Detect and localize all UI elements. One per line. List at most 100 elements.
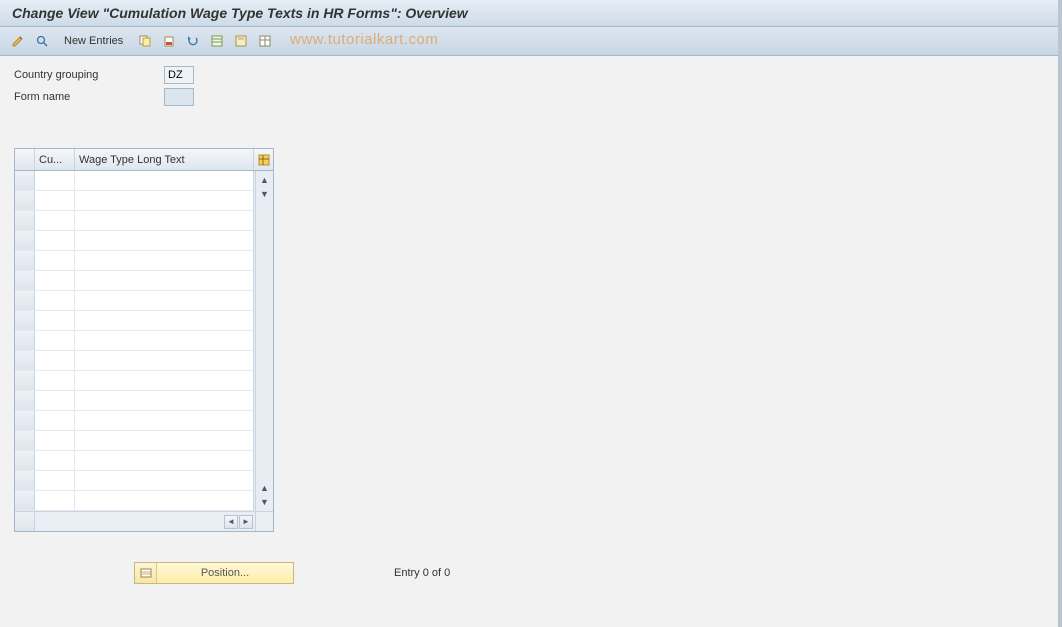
row-selector[interactable] <box>15 491 35 510</box>
undo-icon[interactable] <box>183 31 203 51</box>
cell-cumulation[interactable] <box>35 191 75 210</box>
select-all-icon[interactable] <box>207 31 227 51</box>
grid-select-all[interactable] <box>15 149 35 170</box>
grid-configure-icon[interactable] <box>253 149 273 170</box>
cell-wagetype[interactable] <box>75 291 253 310</box>
table-row[interactable] <box>15 311 273 331</box>
content-area: Country grouping Form name Cu... Wage Ty… <box>0 56 1062 592</box>
cell-wagetype[interactable] <box>75 171 253 190</box>
cell-wagetype[interactable] <box>75 491 253 510</box>
cell-wagetype[interactable] <box>75 351 253 370</box>
cell-wagetype[interactable] <box>75 231 253 250</box>
cell-wagetype[interactable] <box>75 431 253 450</box>
table-row[interactable] <box>15 351 273 371</box>
cell-wagetype[interactable] <box>75 191 253 210</box>
scroll-left-icon[interactable]: ◄ <box>224 515 238 529</box>
row-selector[interactable] <box>15 211 35 230</box>
cell-cumulation[interactable] <box>35 431 75 450</box>
table-row[interactable] <box>15 451 273 471</box>
cell-cumulation[interactable] <box>35 231 75 250</box>
table-row[interactable] <box>15 251 273 271</box>
grid-body: ▲ ▼ ▲ ▼ <box>15 171 273 511</box>
table-row[interactable] <box>15 371 273 391</box>
row-selector[interactable] <box>15 251 35 270</box>
grid-footer: ◄ ► <box>15 511 273 531</box>
row-selector[interactable] <box>15 431 35 450</box>
row-selector[interactable] <box>15 231 35 250</box>
cell-cumulation[interactable] <box>35 451 75 470</box>
cell-wagetype[interactable] <box>75 471 253 490</box>
grid-col-cumulation[interactable]: Cu... <box>35 149 75 170</box>
horizontal-scrollbar[interactable]: ◄ ► <box>35 512 255 531</box>
cell-cumulation[interactable] <box>35 331 75 350</box>
scroll-right-icon[interactable]: ► <box>239 515 253 529</box>
row-selector[interactable] <box>15 331 35 350</box>
table-row[interactable] <box>15 231 273 251</box>
cell-wagetype[interactable] <box>75 371 253 390</box>
scroll-down-icon[interactable]: ▼ <box>258 495 272 509</box>
form-name-label: Form name <box>14 91 164 103</box>
row-selector[interactable] <box>15 171 35 190</box>
scroll-up-bottom-icon[interactable]: ▲ <box>258 481 272 495</box>
table-row[interactable] <box>15 191 273 211</box>
table-row[interactable] <box>15 171 273 191</box>
cell-cumulation[interactable] <box>35 351 75 370</box>
country-grouping-label: Country grouping <box>14 69 164 81</box>
row-selector[interactable] <box>15 271 35 290</box>
cell-cumulation[interactable] <box>35 291 75 310</box>
grid-footer-selector[interactable] <box>15 512 35 531</box>
table-row[interactable] <box>15 211 273 231</box>
cell-cumulation[interactable] <box>35 311 75 330</box>
scroll-up-icon[interactable]: ▲ <box>258 173 272 187</box>
table-row[interactable] <box>15 491 273 511</box>
vertical-scrollbar[interactable]: ▲ ▼ ▲ ▼ <box>255 171 273 511</box>
table-row[interactable] <box>15 431 273 451</box>
row-selector[interactable] <box>15 471 35 490</box>
row-selector[interactable] <box>15 191 35 210</box>
cell-wagetype[interactable] <box>75 451 253 470</box>
cell-cumulation[interactable] <box>35 491 75 510</box>
find-icon[interactable] <box>32 31 52 51</box>
row-selector[interactable] <box>15 311 35 330</box>
save-icon[interactable] <box>231 31 251 51</box>
cell-wagetype[interactable] <box>75 311 253 330</box>
row-selector[interactable] <box>15 451 35 470</box>
cell-wagetype[interactable] <box>75 271 253 290</box>
table-row[interactable] <box>15 411 273 431</box>
row-selector[interactable] <box>15 291 35 310</box>
position-icon <box>135 563 157 583</box>
copy-icon[interactable] <box>135 31 155 51</box>
row-selector[interactable] <box>15 411 35 430</box>
grid-col-wagetype[interactable]: Wage Type Long Text <box>75 149 253 170</box>
delete-icon[interactable] <box>159 31 179 51</box>
row-selector[interactable] <box>15 351 35 370</box>
cell-cumulation[interactable] <box>35 211 75 230</box>
cell-wagetype[interactable] <box>75 251 253 270</box>
country-grouping-input[interactable] <box>164 66 194 84</box>
cell-wagetype[interactable] <box>75 411 253 430</box>
form-name-input[interactable] <box>164 88 194 106</box>
cell-cumulation[interactable] <box>35 171 75 190</box>
table-row[interactable] <box>15 391 273 411</box>
table-row[interactable] <box>15 291 273 311</box>
cell-cumulation[interactable] <box>35 271 75 290</box>
table-settings-icon[interactable] <box>255 31 275 51</box>
cell-cumulation[interactable] <box>35 471 75 490</box>
row-selector[interactable] <box>15 371 35 390</box>
cell-wagetype[interactable] <box>75 331 253 350</box>
cell-wagetype[interactable] <box>75 391 253 410</box>
new-entries-button[interactable]: New Entries <box>56 33 131 49</box>
cell-cumulation[interactable] <box>35 411 75 430</box>
row-selector[interactable] <box>15 391 35 410</box>
table-row[interactable] <box>15 271 273 291</box>
table-row[interactable] <box>15 331 273 351</box>
scroll-down-top-icon[interactable]: ▼ <box>258 187 272 201</box>
window-border <box>1058 0 1062 627</box>
table-row[interactable] <box>15 471 273 491</box>
change-icon[interactable] <box>8 31 28 51</box>
cell-wagetype[interactable] <box>75 211 253 230</box>
cell-cumulation[interactable] <box>35 371 75 390</box>
cell-cumulation[interactable] <box>35 391 75 410</box>
position-button[interactable]: Position... <box>134 562 294 584</box>
cell-cumulation[interactable] <box>35 251 75 270</box>
